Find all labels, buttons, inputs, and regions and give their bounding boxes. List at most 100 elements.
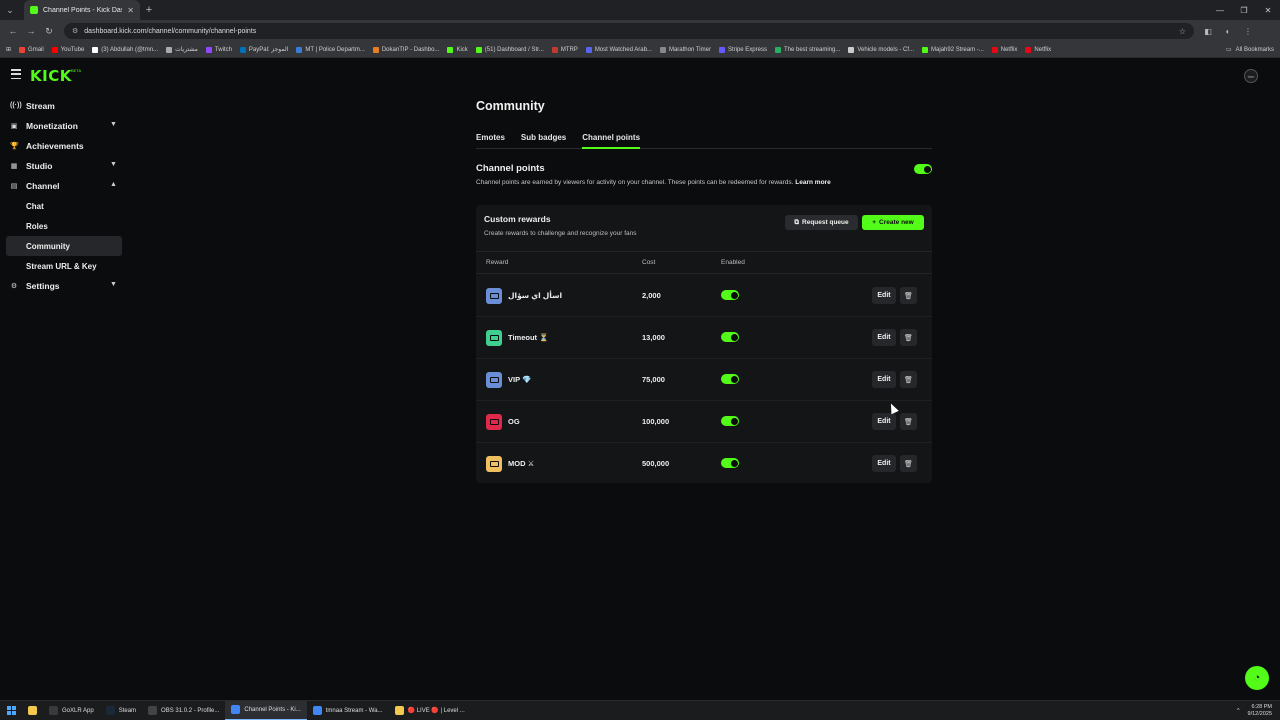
sidebar-item-studio[interactable]: ▦ Studio ▼ [0,156,128,176]
delete-trash-icon[interactable]: 🗑 [900,455,917,472]
tab-channel-points[interactable]: Channel points [582,133,641,149]
bookmark-item[interactable]: The best streaming... [774,46,840,53]
sidebar-item-community[interactable]: Community [6,236,122,256]
browser-tab-active[interactable]: Channel Points - Kick Dashbo... ✕ [24,0,140,20]
apps-icon[interactable]: ⊞ [6,46,11,53]
bookmark-item[interactable]: Twitch [205,46,232,53]
bookmark-item[interactable]: Netflix [1025,46,1051,53]
all-bookmarks-button[interactable]: ▭ All Bookmarks [1226,46,1274,54]
bookmark-item[interactable]: Gmail [19,46,44,53]
reward-name: MOD ⚔ [508,459,535,468]
taskbar-app[interactable]: Steam [100,701,142,720]
sidebar-item-stream[interactable]: ((·)) Stream [0,96,128,116]
description-text: Channel points are earned by viewers for… [476,179,794,186]
bookmark-item[interactable]: Vehicle models - Cf... [848,46,914,53]
bookmark-item[interactable]: (3) Abdullah (@tmn... [92,46,158,53]
bookmark-item[interactable]: مشتريات [166,46,198,53]
bookmark-label: Marathon Timer [668,46,711,53]
edit-reward-button[interactable]: Edit [872,413,896,430]
edit-reward-button[interactable]: Edit [872,329,896,346]
taskbar-app[interactable]: tmnaa Stream - Wa... [307,701,389,720]
bookmark-item[interactable]: YouTube [51,46,84,53]
support-chat-icon[interactable]: ◔ [1245,666,1269,690]
taskbar-app[interactable]: OBS 31.0.2 - Profile... [142,701,225,720]
taskbar-app-label: tmnaa Stream - Wa... [325,707,383,714]
browser-tabstrip: ⌄ Channel Points - Kick Dashbo... ✕ + — … [0,0,1280,20]
chevron-up-icon: ▲ [110,181,117,188]
reward-enabled-toggle[interactable] [721,332,739,342]
bookmark-item[interactable]: Majah92 Stream -... [922,46,984,53]
delete-trash-icon[interactable]: 🗑 [900,413,917,430]
tab-sub-badges[interactable]: Sub badges [521,133,566,149]
sidebar-item-channel[interactable]: ▤ Channel ▲ [0,176,128,196]
sidebar-item-monetization[interactable]: ▣ Monetization ▼ [0,116,128,136]
edit-reward-button[interactable]: Edit [872,455,896,472]
tab-search-icon[interactable]: ⌄ [0,0,20,20]
bookmark-star-icon[interactable]: ☆ [1179,27,1186,36]
taskbar-app[interactable]: Channel Points - Ki... [225,700,307,720]
bookmark-item[interactable]: DokanTIP - Dashbo... [372,46,439,53]
clock-date: 9/12/2025 [1247,710,1272,717]
new-tab-icon[interactable]: + [140,0,158,20]
extensions-icon[interactable]: ◧ [1200,23,1216,39]
bookmark-item[interactable]: Kick [447,46,468,53]
taskbar-app-label: GoXLR App [62,707,94,714]
sidebar-item-label: Studio [26,161,53,171]
bookmark-item[interactable]: Stripe Express [718,46,767,53]
sidebar-item-chat[interactable]: Chat [6,196,122,216]
hamburger-menu-icon[interactable] [11,69,21,79]
bookmark-label: Gmail [28,46,44,53]
taskbar-app[interactable]: 🔴 LIVE 🔴 | Level ... [389,701,471,720]
windows-start-icon[interactable] [0,701,22,720]
delete-trash-icon[interactable]: 🗑 [900,329,917,346]
request-queue-button[interactable]: ⧉ Request queue [785,215,858,230]
bookmark-item[interactable]: Marathon Timer [659,46,711,53]
reward-cost: 100,000 [642,417,670,426]
forward-icon[interactable]: → [22,22,40,40]
tab-emotes[interactable]: Emotes [476,133,505,149]
bookmark-item[interactable]: MT | Police Departm... [296,46,365,53]
delete-trash-icon[interactable]: 🗑 [900,371,917,388]
kick-logo[interactable]: KICK [30,67,72,85]
minimize-icon[interactable]: — [1208,0,1232,20]
edit-reward-button[interactable]: Edit [872,287,896,304]
close-window-icon[interactable]: ✕ [1256,0,1280,20]
file-explorer-icon[interactable] [22,701,43,720]
sidebar-item-achievements[interactable]: 🏆 Achievements [0,136,128,156]
learn-more-link[interactable]: Learn more [795,179,830,186]
sidebar-item-settings[interactable]: ⚙ Settings ▼ [0,276,128,296]
bookmark-item[interactable]: (51) Dashboard / Str... [475,46,544,53]
bookmark-item[interactable]: MTRP [551,46,578,53]
bookmark-favicon-icon [659,46,666,53]
edit-reward-button[interactable]: Edit [872,371,896,388]
create-new-button[interactable]: + Create new [862,215,924,230]
dollar-icon: ▣ [10,123,18,130]
tray-chevron-icon[interactable]: ^ [1237,708,1240,714]
reward-enabled-toggle[interactable] [721,374,739,384]
back-icon[interactable]: ← [4,22,22,40]
profile-icon[interactable]: ◐ [1220,23,1236,39]
avatar[interactable]: tmn [1244,69,1258,83]
taskbar-app-label: Channel Points - Ki... [244,706,301,713]
reward-enabled-toggle[interactable] [721,290,739,300]
menu-icon[interactable]: ⋮ [1240,23,1256,39]
reward-enabled-toggle[interactable] [721,458,739,468]
delete-trash-icon[interactable]: 🗑 [900,287,917,304]
bookmark-item[interactable]: Netflix [991,46,1017,53]
chevron-down-icon: ▼ [110,161,117,168]
bookmark-item[interactable]: Most Watched Arab... [585,46,652,53]
taskbar-app[interactable]: GoXLR App [43,701,100,720]
sidebar-item-roles[interactable]: Roles [6,216,122,236]
close-tab-icon[interactable]: ✕ [127,6,134,15]
clock[interactable]: 6:28 PM 9/12/2025 [1248,704,1272,718]
reload-icon[interactable]: ↻ [40,22,58,40]
studio-icon: ▦ [10,163,18,170]
channel-points-toggle[interactable] [914,164,932,174]
taskbar-app-label: OBS 31.0.2 - Profile... [161,707,220,714]
restore-icon[interactable]: ❐ [1232,0,1256,20]
bookmark-item[interactable]: PayPal: الموجز [239,46,288,53]
url-input[interactable]: ⚙ dashboard.kick.com/channel/community/c… [64,23,1194,39]
sidebar-item-stream-url[interactable]: Stream URL & Key [6,256,122,276]
reward-enabled-toggle[interactable] [721,416,739,426]
site-info-icon[interactable]: ⚙ [72,27,78,35]
